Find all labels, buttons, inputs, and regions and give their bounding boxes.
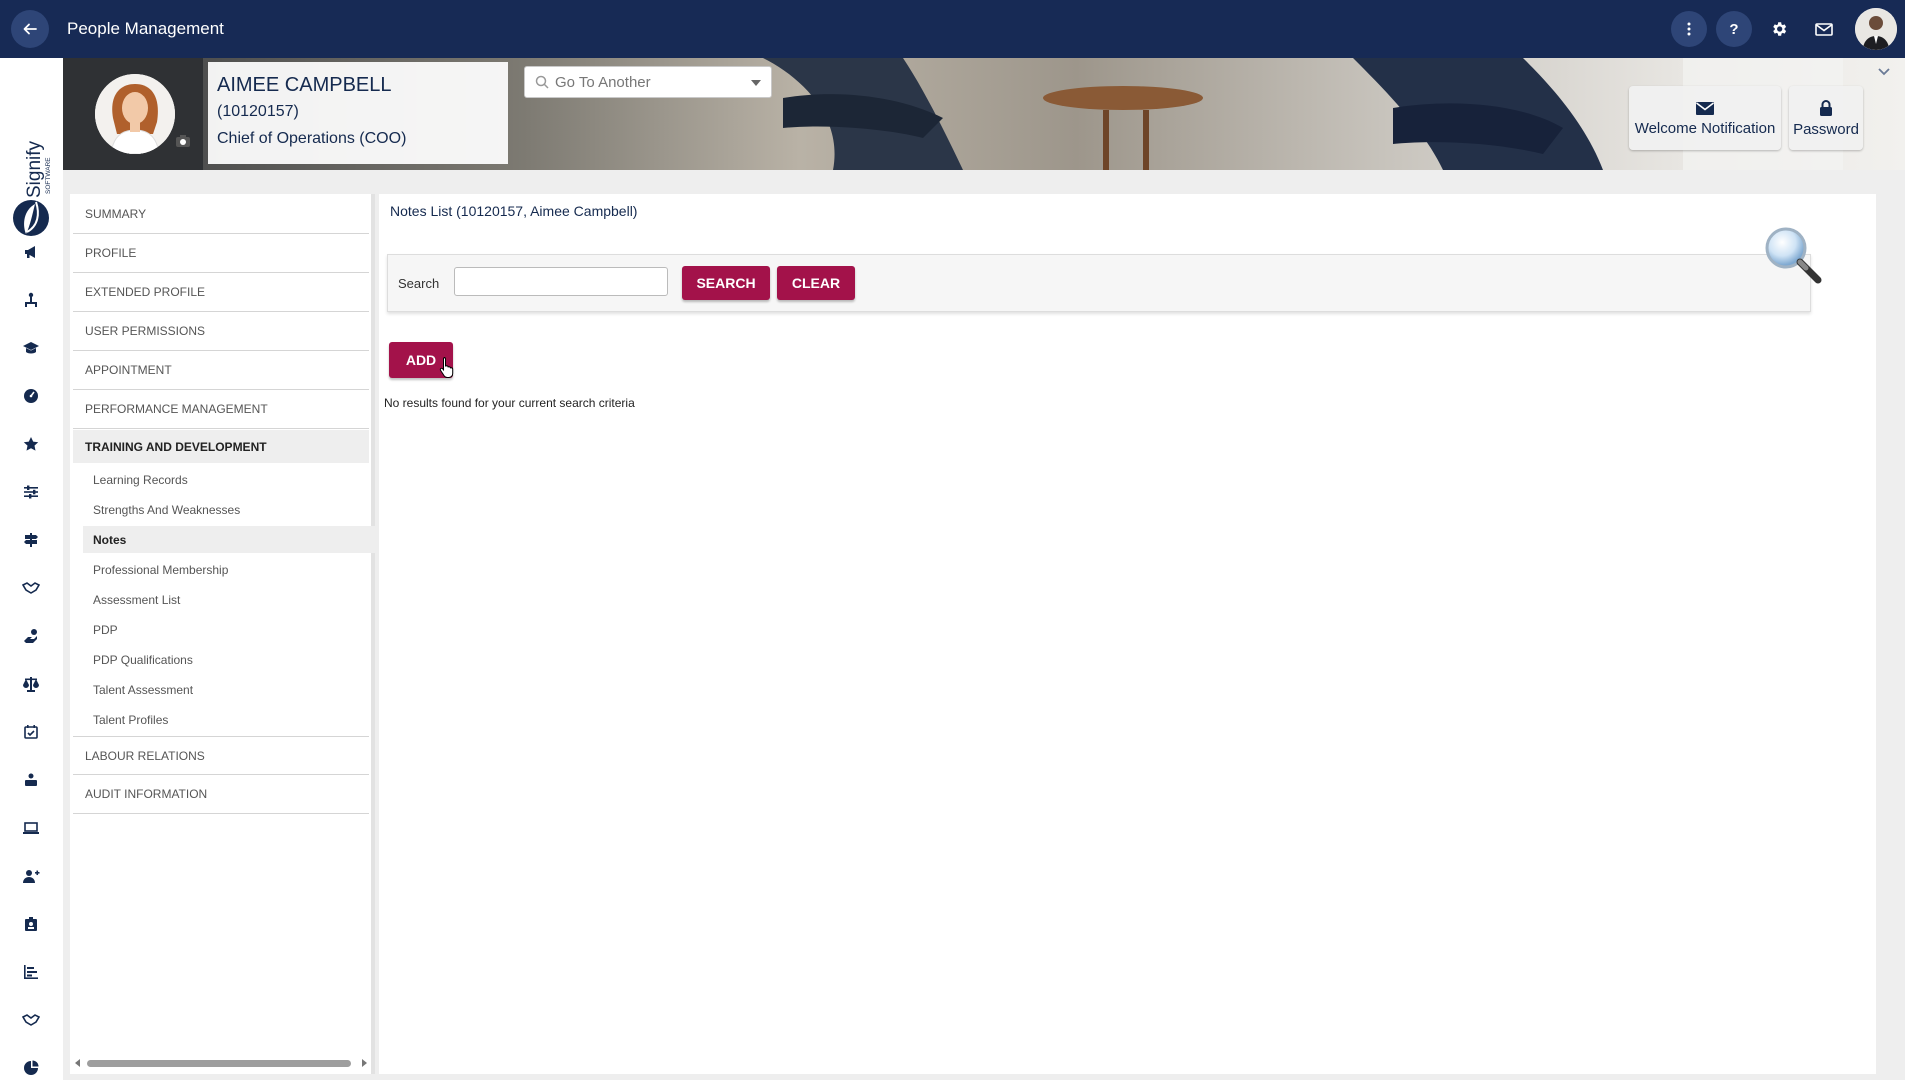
person-laptop-icon[interactable] — [20, 769, 42, 791]
question-icon: ? — [1729, 20, 1739, 38]
scales-icon[interactable] — [20, 673, 42, 695]
submenu-talent-profiles[interactable]: Talent Profiles — [83, 706, 375, 733]
user-plus-icon[interactable] — [20, 865, 42, 887]
scroll-left-icon[interactable] — [73, 1058, 83, 1068]
settings-button[interactable] — [1761, 11, 1797, 47]
person-tree-icon[interactable] — [20, 289, 42, 311]
employee-id: (10120157) — [217, 103, 299, 120]
messages-button[interactable] — [1806, 11, 1842, 47]
employee-photo-image — [95, 74, 175, 154]
go-to-another-select[interactable]: Go To Another — [524, 66, 772, 98]
handshake-alt-icon[interactable] — [20, 1009, 42, 1031]
chevron-down-icon — [751, 80, 761, 86]
search-label: Search — [398, 276, 440, 291]
clear-button[interactable]: CLEAR — [777, 266, 855, 300]
more-vertical-icon — [1687, 22, 1691, 36]
handshake-icon[interactable] — [20, 577, 42, 599]
search-input[interactable] — [454, 267, 668, 296]
svg-text:Signify: Signify — [24, 140, 45, 198]
scroll-right-icon[interactable] — [359, 1058, 369, 1068]
employee-photo[interactable] — [95, 74, 175, 154]
more-menu-button[interactable] — [1671, 11, 1707, 47]
password-button[interactable]: Password — [1789, 86, 1863, 150]
id-badge-icon[interactable] — [20, 913, 42, 935]
star-icon[interactable] — [20, 433, 42, 455]
menu-appointment[interactable]: APPOINTMENT — [73, 351, 369, 390]
camera-icon[interactable] — [175, 134, 191, 148]
arrow-left-icon — [23, 23, 37, 35]
gauge-icon[interactable] — [20, 385, 42, 407]
main-content: Notes List (10120157, Aimee Campbell) Se… — [379, 194, 1876, 1074]
submenu-pdp-qualifications[interactable]: PDP Qualifications — [83, 646, 375, 673]
submenu-notes[interactable]: Notes — [83, 526, 375, 553]
submenu-learning-records[interactable]: Learning Records — [83, 466, 375, 493]
welcome-notification-label: Welcome Notification — [1634, 119, 1776, 137]
submenu-talent-assessment[interactable]: Talent Assessment — [83, 676, 375, 703]
password-label: Password — [1793, 120, 1859, 138]
employee-position: Chief of Operations (COO) — [217, 130, 407, 147]
menu-profile[interactable]: PROFILE — [73, 234, 369, 273]
pie-chart-icon[interactable] — [20, 1057, 42, 1079]
hand-coins-icon[interactable] — [20, 625, 42, 647]
user-avatar[interactable] — [1855, 8, 1897, 50]
app-title: People Management — [67, 19, 224, 38]
mouse-pointer-icon — [439, 357, 454, 378]
menu-audit-information[interactable]: AUDIT INFORMATION — [73, 775, 369, 814]
megaphone-icon[interactable] — [20, 241, 42, 263]
sliders-icon[interactable] — [20, 481, 42, 503]
menu-extended-profile[interactable]: EXTENDED PROFILE — [73, 273, 369, 312]
search-button[interactable]: SEARCH — [682, 266, 770, 300]
submenu-pdp[interactable]: PDP — [83, 616, 375, 643]
user-photo-icon — [1855, 8, 1897, 50]
search-icon — [535, 75, 549, 89]
envelope-icon — [1696, 101, 1714, 115]
profile-sidebar: SUMMARY PROFILE EXTENDED PROFILE USER PE… — [70, 194, 375, 1074]
menu-summary[interactable]: SUMMARY — [73, 195, 369, 234]
menu-performance-management[interactable]: PERFORMANCE MANAGEMENT — [73, 390, 369, 429]
submenu-professional-membership[interactable]: Professional Membership — [83, 556, 375, 583]
search-panel: Search SEARCH CLEAR — [387, 254, 1811, 312]
graduation-cap-icon[interactable] — [20, 337, 42, 359]
menu-labour-relations[interactable]: LABOUR RELATIONS — [73, 736, 369, 775]
page-title: Notes List (10120157, Aimee Campbell) — [390, 203, 638, 219]
menu-training-and-development[interactable]: TRAINING AND DEVELOPMENT — [73, 430, 369, 463]
left-nav-rail: Signify SOFTWARE — [0, 58, 63, 1080]
envelope-icon — [1815, 23, 1833, 36]
bar-chart-icon[interactable] — [20, 961, 42, 983]
sidebar-horizontal-scrollbar[interactable] — [73, 1056, 371, 1070]
go-to-another-placeholder: Go To Another — [555, 73, 651, 91]
menu-user-permissions[interactable]: USER PERMISSIONS — [73, 312, 369, 351]
laptop-icon[interactable] — [20, 817, 42, 839]
employee-name: AIMEE CAMPBELL — [217, 74, 392, 96]
signify-logo: Signify SOFTWARE — [10, 96, 54, 262]
chevron-down-icon[interactable] — [1877, 64, 1891, 76]
profile-banner: AIMEE CAMPBELL (10120157) Chief of Opera… — [63, 58, 1905, 170]
empty-results-message: No results found for your current search… — [384, 396, 635, 410]
welcome-notification-button[interactable]: Welcome Notification — [1629, 86, 1781, 150]
calendar-check-icon[interactable] — [20, 721, 42, 743]
signpost-icon[interactable] — [20, 529, 42, 551]
top-bar: People Management ? — [0, 0, 1905, 58]
employee-info-card: AIMEE CAMPBELL (10120157) Chief of Opera… — [208, 62, 508, 164]
submenu-assessment-list[interactable]: Assessment List — [83, 586, 375, 613]
magnifier-icon — [1762, 224, 1824, 286]
svg-text:SOFTWARE: SOFTWARE — [45, 157, 52, 194]
scrollbar-thumb[interactable] — [87, 1060, 351, 1067]
gear-icon — [1773, 22, 1787, 36]
help-button[interactable]: ? — [1716, 11, 1752, 47]
back-button[interactable] — [11, 10, 49, 48]
submenu-strengths-and-weaknesses[interactable]: Strengths And Weaknesses — [83, 496, 375, 523]
lock-icon — [1820, 99, 1832, 116]
